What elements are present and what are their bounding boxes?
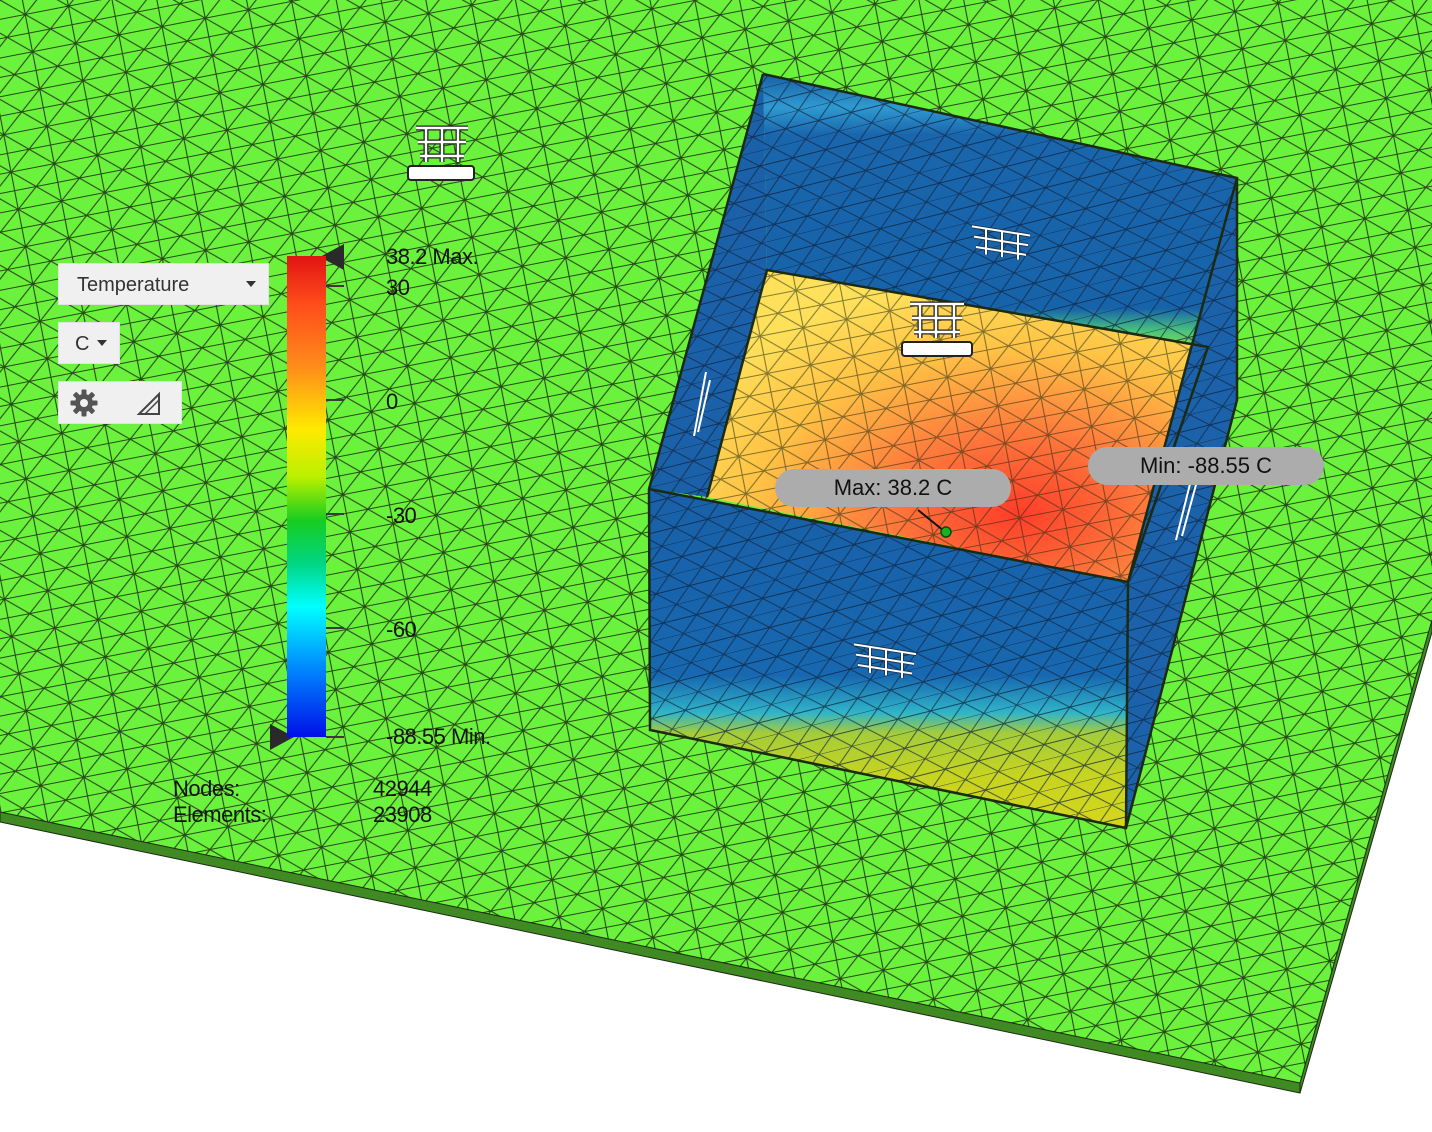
legend-toolbar (58, 381, 182, 424)
nodes-label: Nodes: (173, 776, 240, 801)
unit-value: C (75, 333, 90, 355)
elements-label: Elements: (173, 802, 267, 827)
min-probe-label[interactable]: Min: -88.55 C (1088, 447, 1324, 485)
chevron-down-icon (246, 281, 256, 287)
elements-value: 23908 (373, 802, 432, 827)
unit-dropdown[interactable]: C (58, 322, 120, 364)
chevron-down-icon (97, 340, 107, 346)
max-probe-point[interactable] (940, 526, 952, 538)
result-type-dropdown[interactable]: Temperature (58, 263, 269, 305)
triangle-icon[interactable] (133, 388, 163, 418)
nodes-value: 42944 (373, 776, 432, 801)
result-type-value: Temperature (77, 274, 190, 296)
legend-max-label: 38.2 Max. (386, 244, 479, 269)
simulation-viewport[interactable] (0, 0, 1432, 1132)
max-probe-label[interactable]: Max: 38.2 C (775, 469, 1011, 507)
legend-min-label: -88.55 Min. (386, 724, 491, 749)
legend-tick-label: 30 (386, 275, 410, 300)
gear-icon[interactable] (69, 388, 99, 418)
legend-tick-label: -30 (386, 503, 417, 528)
legend-tick-label: 0 (386, 389, 398, 414)
legend-tick-label: -60 (386, 617, 417, 642)
temperature-color-legend (287, 256, 326, 737)
